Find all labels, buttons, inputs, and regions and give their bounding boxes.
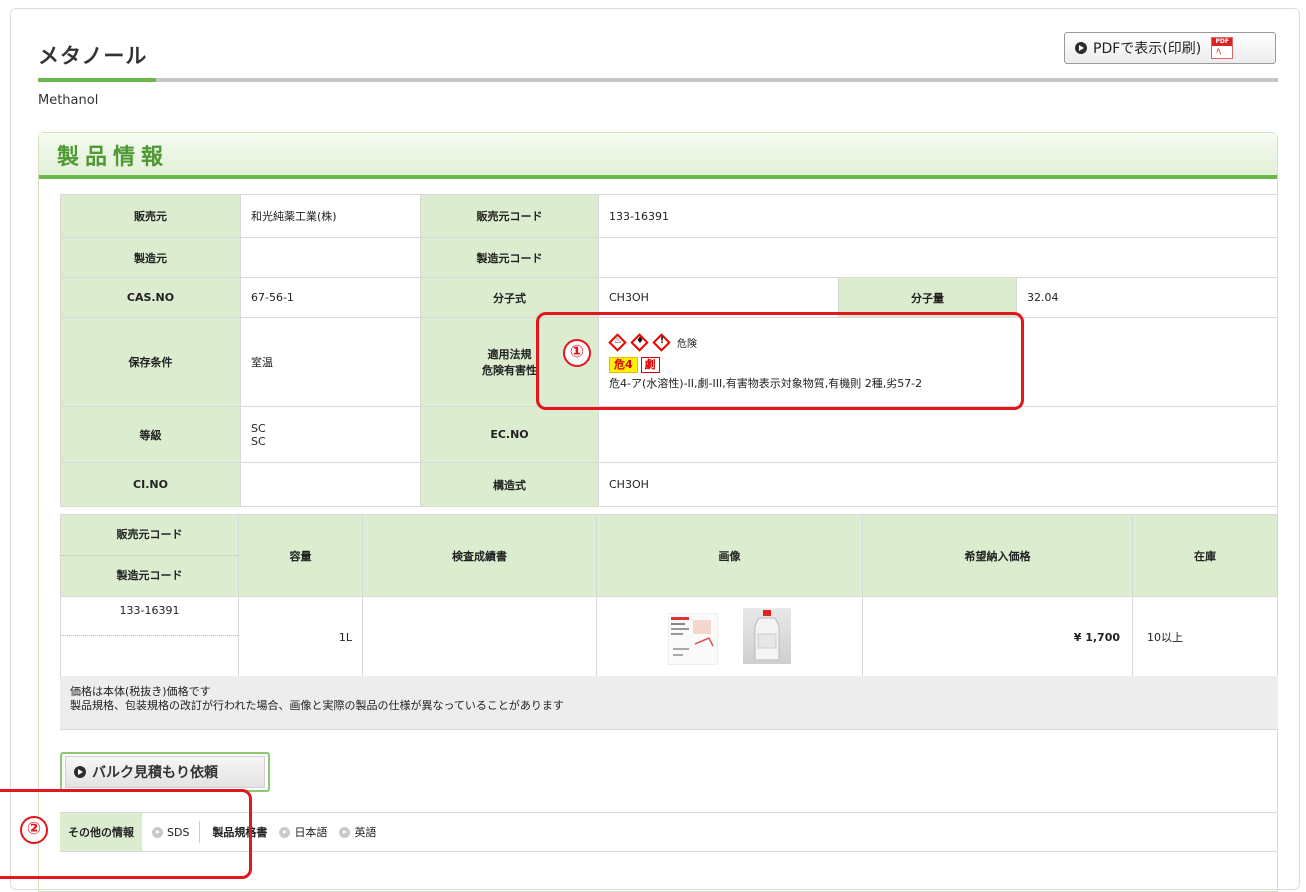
spec-japanese-link[interactable]: 日本語 [273, 824, 333, 840]
ec-label: EC.NO [420, 406, 599, 463]
row-capacity: 1L [238, 596, 363, 678]
image-header: 画像 [596, 514, 863, 597]
maker-code-value [598, 237, 1278, 278]
seller-value: 和光純薬工業(株) [240, 194, 421, 238]
section-header: 製品情報 [39, 133, 1277, 179]
ci-value [240, 462, 421, 507]
code-cell: 133-16391 [60, 596, 239, 678]
arrow-circle-icon [279, 826, 291, 838]
bottle-image-thumbnail[interactable] [743, 607, 792, 664]
code-header: 販売元コード 製造元コード [60, 514, 239, 597]
annotation-marker-1: ① [563, 339, 591, 367]
title-underline [38, 78, 1278, 82]
arrow-circle-icon [74, 766, 86, 778]
product-variants-table: 販売元コード 製造元コード 容量 検査成績書 画像 希望納入価格 在庫 133-… [60, 514, 1278, 678]
cas-value: 67-56-1 [240, 277, 421, 318]
arrow-circle-icon [1075, 42, 1087, 54]
maker-value [240, 237, 421, 278]
price-notes: 価格は本体(税抜き)価格です 製品規格、包装規格の改訂が行われた場合、画像と実際… [60, 676, 1278, 730]
spec-english-label: 英語 [354, 826, 377, 839]
label-image-thumbnail[interactable] [667, 612, 718, 665]
mw-value: 32.04 [1016, 277, 1278, 318]
annotation-box-1 [536, 312, 1024, 410]
pdf-button-label: PDFで表示(印刷) [1093, 41, 1202, 57]
bulk-quote-button[interactable]: バルク見積もり依頼 [60, 752, 270, 792]
row-stock: 10以上 [1132, 596, 1278, 678]
pdf-icon: PDF ﾍ [1211, 37, 1234, 59]
title-underline-accent [38, 78, 156, 82]
row-seller-code: 133-16391 [61, 597, 238, 636]
page-subtitle: Methanol [38, 93, 99, 108]
grade-value-2: SC [251, 434, 266, 448]
note-line-2: 製品規格、包装規格の改訂が行われた場合、画像と実際の製品の仕様が異なっていること… [70, 699, 564, 712]
annotation-marker-2: ② [20, 816, 48, 844]
seller-code-label: 販売元コード [420, 194, 599, 238]
section-title: 製品情報 [57, 145, 170, 170]
row-certificate [362, 596, 597, 678]
row-images [596, 596, 863, 678]
pdf-print-button[interactable]: PDFで表示(印刷) PDF ﾍ [1064, 32, 1276, 64]
spec-english-link[interactable]: 英語 [333, 824, 382, 840]
ec-value [598, 406, 1278, 463]
price-header: 希望納入価格 [862, 514, 1133, 597]
seller-code-value: 133-16391 [598, 194, 1278, 238]
seller-code-header: 販売元コード [61, 515, 238, 556]
page-title: メタノール [38, 44, 148, 68]
grade-value: SC SC [240, 406, 421, 463]
bulk-quote-label: バルク見積もり依頼 [92, 765, 218, 781]
note-line-1: 価格は本体(税抜き)価格です [70, 685, 211, 698]
grade-value-1: SC [251, 421, 266, 435]
stock-header: 在庫 [1132, 514, 1278, 597]
capacity-header: 容量 [238, 514, 363, 597]
table-row: 133-16391 1L ¥ 1,700 10以上 [60, 596, 1278, 678]
row-price: ¥ 1,700 [862, 596, 1133, 678]
maker-code-label: 製造元コード [420, 237, 599, 278]
maker-label: 製造元 [60, 237, 241, 278]
grade-label: 等級 [60, 406, 241, 463]
certificate-header: 検査成績書 [362, 514, 597, 597]
cas-label: CAS.NO [60, 277, 241, 318]
arrow-circle-icon [339, 826, 351, 838]
structure-value: CH3OH [598, 462, 1278, 507]
spec-japanese-label: 日本語 [294, 826, 328, 839]
storage-value: 室温 [240, 317, 421, 407]
structure-label: 構造式 [420, 462, 599, 507]
maker-code-header: 製造元コード [116, 569, 183, 582]
bulk-quote-button-face: バルク見積もり依頼 [65, 756, 265, 788]
seller-label: 販売元 [60, 194, 241, 238]
ci-label: CI.NO [60, 462, 241, 507]
storage-label: 保存条件 [60, 317, 241, 407]
